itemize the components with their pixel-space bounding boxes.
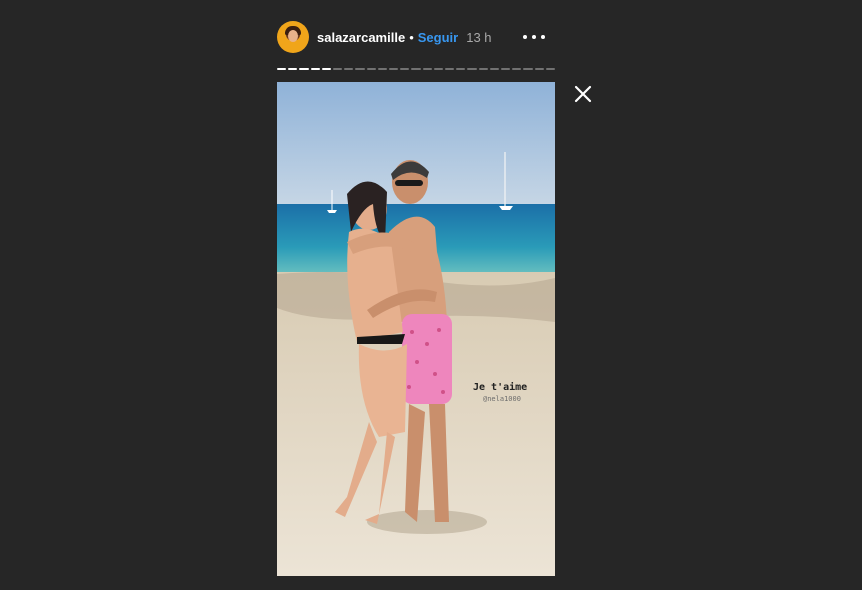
progress-segment	[501, 68, 511, 70]
username-link[interactable]: salazarcamille	[317, 30, 405, 45]
avatar[interactable]	[277, 21, 309, 53]
progress-segment	[344, 68, 354, 70]
avatar-face	[288, 30, 298, 42]
progress-segment	[321, 68, 332, 70]
progress-segment	[310, 68, 320, 70]
progress-segment	[422, 68, 432, 70]
progress-segment	[333, 68, 343, 70]
progress-segment	[299, 68, 309, 70]
more-dot	[541, 35, 545, 39]
timestamp: 13 h	[466, 29, 492, 45]
progress-segment	[377, 68, 388, 70]
separator-dot: •	[409, 29, 414, 45]
close-icon[interactable]	[573, 84, 593, 104]
progress-segment	[512, 68, 522, 70]
progress-segment	[489, 68, 500, 70]
progress-segment	[433, 68, 444, 70]
story-photo[interactable]: Je t'aime @nela1000	[277, 82, 555, 576]
progress-segment	[355, 68, 365, 70]
progress-segment	[523, 68, 533, 70]
progress-segment	[389, 68, 399, 70]
more-dot	[523, 35, 527, 39]
more-options-icon[interactable]	[523, 28, 545, 46]
progress-segment	[467, 68, 477, 70]
progress-segment	[445, 68, 455, 70]
follow-button[interactable]: Seguir	[418, 30, 458, 45]
progress-segment	[456, 68, 466, 70]
beach-photo	[277, 82, 555, 576]
progress-segment	[288, 68, 298, 70]
story-progress-bar	[277, 68, 556, 70]
progress-segment	[534, 68, 544, 70]
story-viewer: salazarcamille • Seguir 13 h Je t'aime @…	[0, 0, 862, 590]
more-dot	[532, 35, 536, 39]
progress-segment	[478, 68, 488, 70]
progress-segment	[400, 68, 410, 70]
story-mention[interactable]: @nela1000	[483, 395, 521, 403]
progress-segment	[366, 68, 376, 70]
progress-segment	[411, 68, 421, 70]
progress-segment	[277, 68, 287, 70]
story-header: salazarcamille • Seguir 13 h	[277, 20, 555, 54]
progress-segment	[545, 68, 556, 70]
story-caption: Je t'aime	[473, 382, 528, 393]
